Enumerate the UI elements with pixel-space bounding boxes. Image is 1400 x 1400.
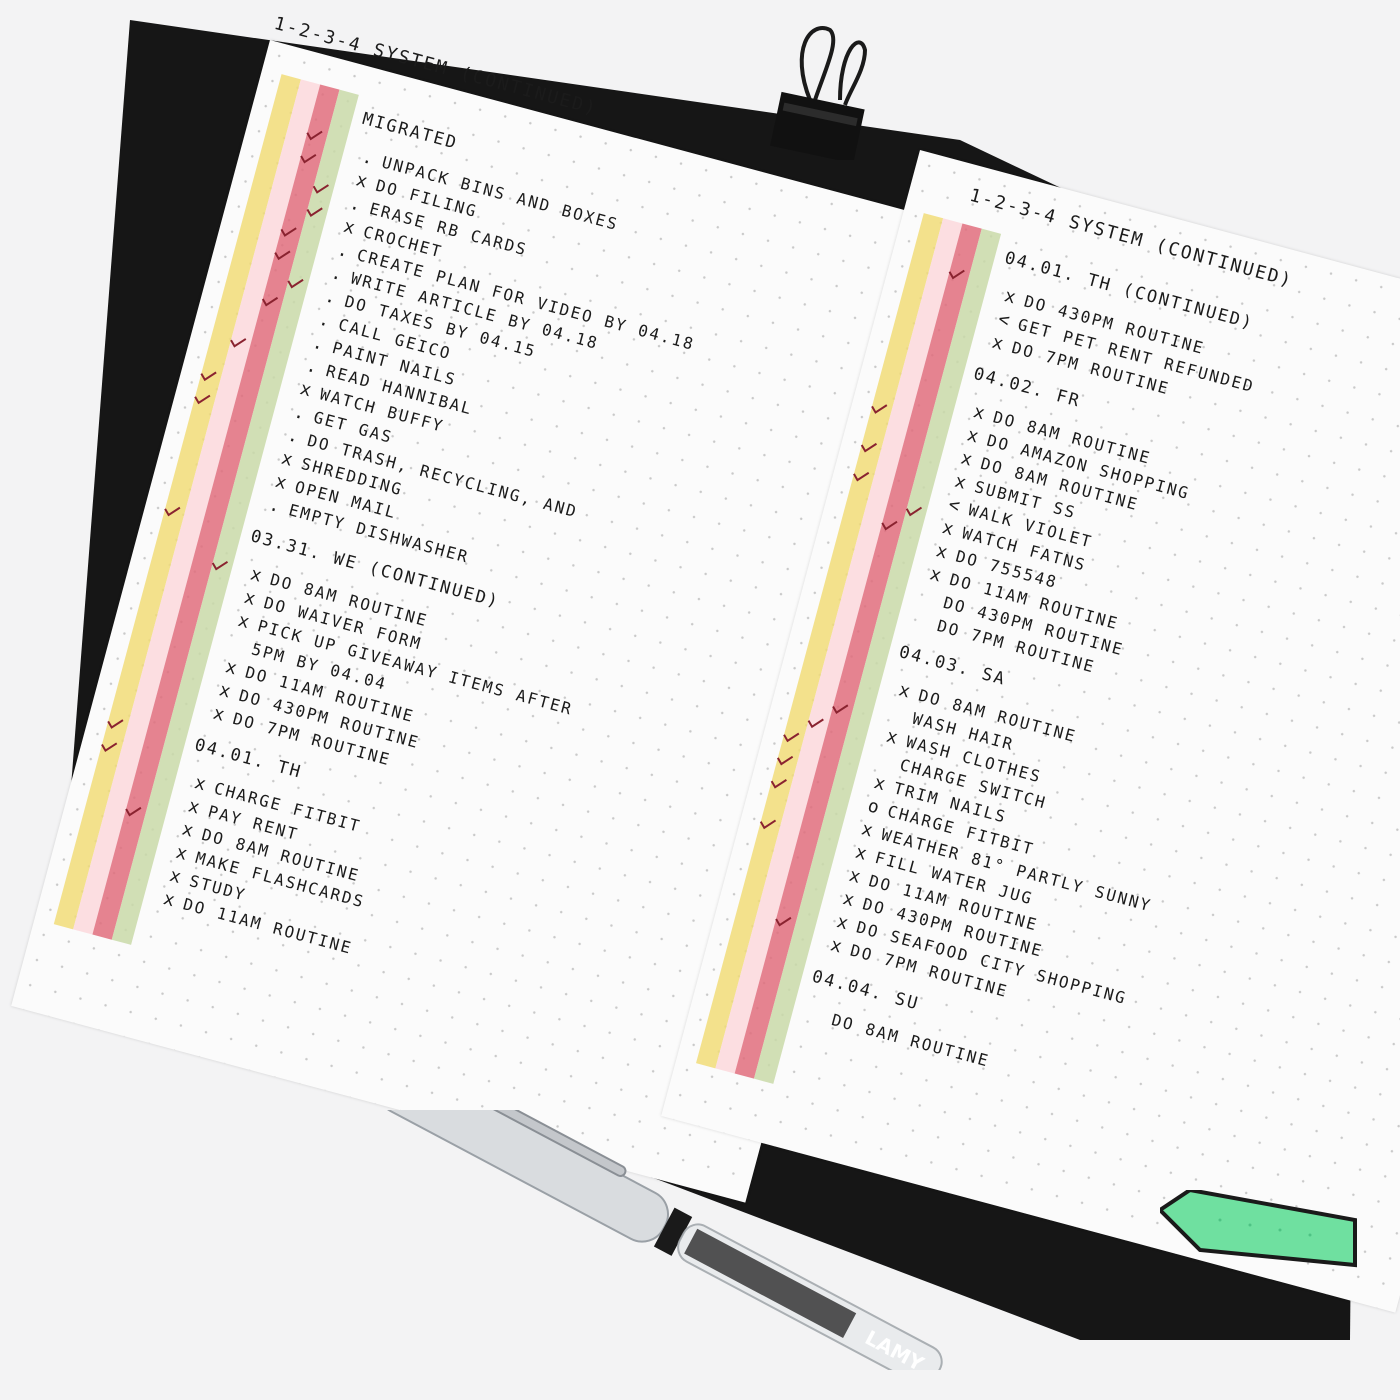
status-mark — [909, 617, 938, 625]
check-icon — [274, 250, 291, 261]
status-mark — [915, 594, 944, 602]
check-icon — [107, 719, 124, 729]
check-icon — [776, 755, 794, 766]
status-mark — [803, 1011, 832, 1019]
check-icon — [759, 819, 777, 830]
check-icon — [770, 779, 787, 789]
check-icon — [280, 227, 297, 237]
check-icon — [871, 404, 888, 414]
check-icon — [306, 207, 323, 217]
check-icon — [881, 520, 898, 531]
check-icon — [312, 184, 329, 194]
check-icon — [905, 506, 923, 517]
check-icon — [783, 732, 800, 743]
check-icon — [948, 269, 965, 280]
check-icon — [211, 560, 229, 571]
status-mark — [871, 756, 900, 764]
check-icon — [194, 394, 211, 405]
binder-clip-icon — [770, 26, 868, 160]
check-icon — [832, 704, 849, 714]
check-icon — [306, 130, 323, 141]
status-mark — [884, 710, 913, 718]
check-icon — [230, 338, 247, 348]
check-icon — [853, 471, 870, 482]
check-icon — [775, 916, 792, 927]
check-icon — [807, 718, 824, 729]
check-icon — [164, 506, 181, 517]
check-icon — [101, 742, 118, 753]
task-text: DO 8AM ROUTINE — [829, 1009, 992, 1071]
fountain-pen: LAMY — [376, 1110, 943, 1370]
check-icon — [261, 296, 279, 307]
check-icon — [200, 371, 217, 382]
check-icon — [125, 806, 142, 817]
check-icon — [300, 153, 317, 164]
check-icon — [287, 278, 304, 289]
check-icon — [860, 442, 878, 453]
status-mark — [223, 640, 252, 648]
tab-flag-icon — [1160, 1190, 1357, 1268]
